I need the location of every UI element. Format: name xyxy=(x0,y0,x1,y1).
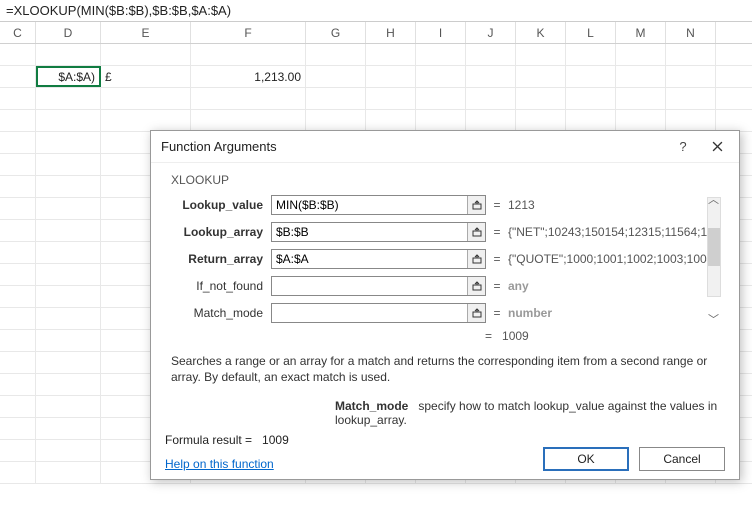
formula-result: Formula result = 1009 xyxy=(165,433,289,447)
column-header-N[interactable]: N xyxy=(666,22,716,43)
arg-label: Lookup_array xyxy=(171,225,271,239)
table-row: $A:$A) £ 1,213.00 xyxy=(0,66,752,88)
arg-input-match_mode[interactable] xyxy=(272,304,467,322)
column-header-L[interactable]: L xyxy=(566,22,616,43)
formula-text: =XLOOKUP(MIN($B:$B),$B:$B,$A:$A) xyxy=(6,3,231,18)
arg-input-wrap xyxy=(271,222,486,242)
arg-preview: any xyxy=(508,279,529,293)
column-header-H[interactable]: H xyxy=(366,22,416,43)
function-description: Searches a range or an array for a match… xyxy=(165,353,725,385)
arg-input-wrap xyxy=(271,276,486,296)
function-arguments-dialog: Function Arguments ? XLOOKUP Lookup_valu… xyxy=(150,130,740,480)
arg-preview: 1213 xyxy=(508,198,535,212)
column-header-G[interactable]: G xyxy=(306,22,366,43)
range-select-icon[interactable] xyxy=(467,277,485,295)
column-header-E[interactable]: E xyxy=(101,22,191,43)
column-header-D[interactable]: D xyxy=(36,22,101,43)
equals-sign: = xyxy=(490,225,504,239)
arg-input-wrap xyxy=(271,249,486,269)
range-select-icon[interactable] xyxy=(467,304,485,322)
dialog-title: Function Arguments xyxy=(161,139,277,154)
arg-input-wrap xyxy=(271,303,486,323)
range-select-icon[interactable] xyxy=(467,196,485,214)
cancel-button[interactable]: Cancel xyxy=(639,447,725,471)
arg-label: If_not_found xyxy=(171,279,271,293)
help-link[interactable]: Help on this function xyxy=(165,457,289,471)
formula-bar[interactable]: =XLOOKUP(MIN($B:$B),$B:$B,$A:$A) xyxy=(0,0,752,22)
function-name: XLOOKUP xyxy=(165,173,725,187)
active-cell[interactable]: $A:$A) xyxy=(36,66,101,87)
dialog-titlebar[interactable]: Function Arguments ? xyxy=(151,131,739,163)
arg-label: Lookup_value xyxy=(171,198,271,212)
equals-sign: = xyxy=(490,198,504,212)
arg-preview: {"QUOTE";1000;1001;1002;1003;1004;1005;1… xyxy=(508,252,708,266)
arg-input-lookup_array[interactable] xyxy=(272,223,467,241)
parameter-description: Match_modespecify how to match lookup_va… xyxy=(165,399,725,427)
arg-input-wrap xyxy=(271,195,486,215)
column-headers: CDEFGHIJKLMN xyxy=(0,22,752,44)
arg-preview: {"NET";10243;150154;12315;11564;12432;15… xyxy=(508,225,708,239)
arg-label: Match_mode xyxy=(171,306,271,320)
chevron-up-icon[interactable]: ︿ xyxy=(708,191,719,207)
argument-list: Lookup_value = 1213 Lookup_array = {"NET";102… xyxy=(165,193,725,325)
equals-sign: = xyxy=(490,306,504,320)
arg-input-lookup_value[interactable] xyxy=(272,196,467,214)
arg-row-lookup_value: Lookup_value = 1213 xyxy=(171,193,725,217)
ok-button[interactable]: OK xyxy=(543,447,629,471)
help-icon[interactable]: ? xyxy=(671,135,695,159)
range-select-icon[interactable] xyxy=(467,250,485,268)
column-header-I[interactable]: I xyxy=(416,22,466,43)
chevron-down-icon[interactable]: ﹀ xyxy=(708,311,719,327)
arg-input-if_not_found[interactable] xyxy=(272,277,467,295)
arg-label: Return_array xyxy=(171,252,271,266)
column-header-K[interactable]: K xyxy=(516,22,566,43)
close-icon[interactable] xyxy=(705,135,729,159)
evaluation-result: =1009 xyxy=(165,329,725,343)
arg-input-return_array[interactable] xyxy=(272,250,467,268)
arg-preview: number xyxy=(508,306,552,320)
column-header-F[interactable]: F xyxy=(191,22,306,43)
column-header-J[interactable]: J xyxy=(466,22,516,43)
arg-row-match_mode: Match_mode = number xyxy=(171,301,725,325)
equals-sign: = xyxy=(490,279,504,293)
range-select-icon[interactable] xyxy=(467,223,485,241)
column-header-M[interactable]: M xyxy=(616,22,666,43)
column-header-C[interactable]: C xyxy=(0,22,36,43)
args-scrollbar[interactable] xyxy=(707,197,721,297)
equals-sign: = xyxy=(490,252,504,266)
cell-E[interactable]: £ xyxy=(101,66,191,87)
arg-row-lookup_array: Lookup_array = {"NET";10243;150154;12315;1… xyxy=(171,220,725,244)
arg-row-return_array: Return_array = {"QUOTE";1000;1001;1002;100… xyxy=(171,247,725,271)
cell-F[interactable]: 1,213.00 xyxy=(191,66,306,87)
arg-row-if_not_found: If_not_found = any xyxy=(171,274,725,298)
